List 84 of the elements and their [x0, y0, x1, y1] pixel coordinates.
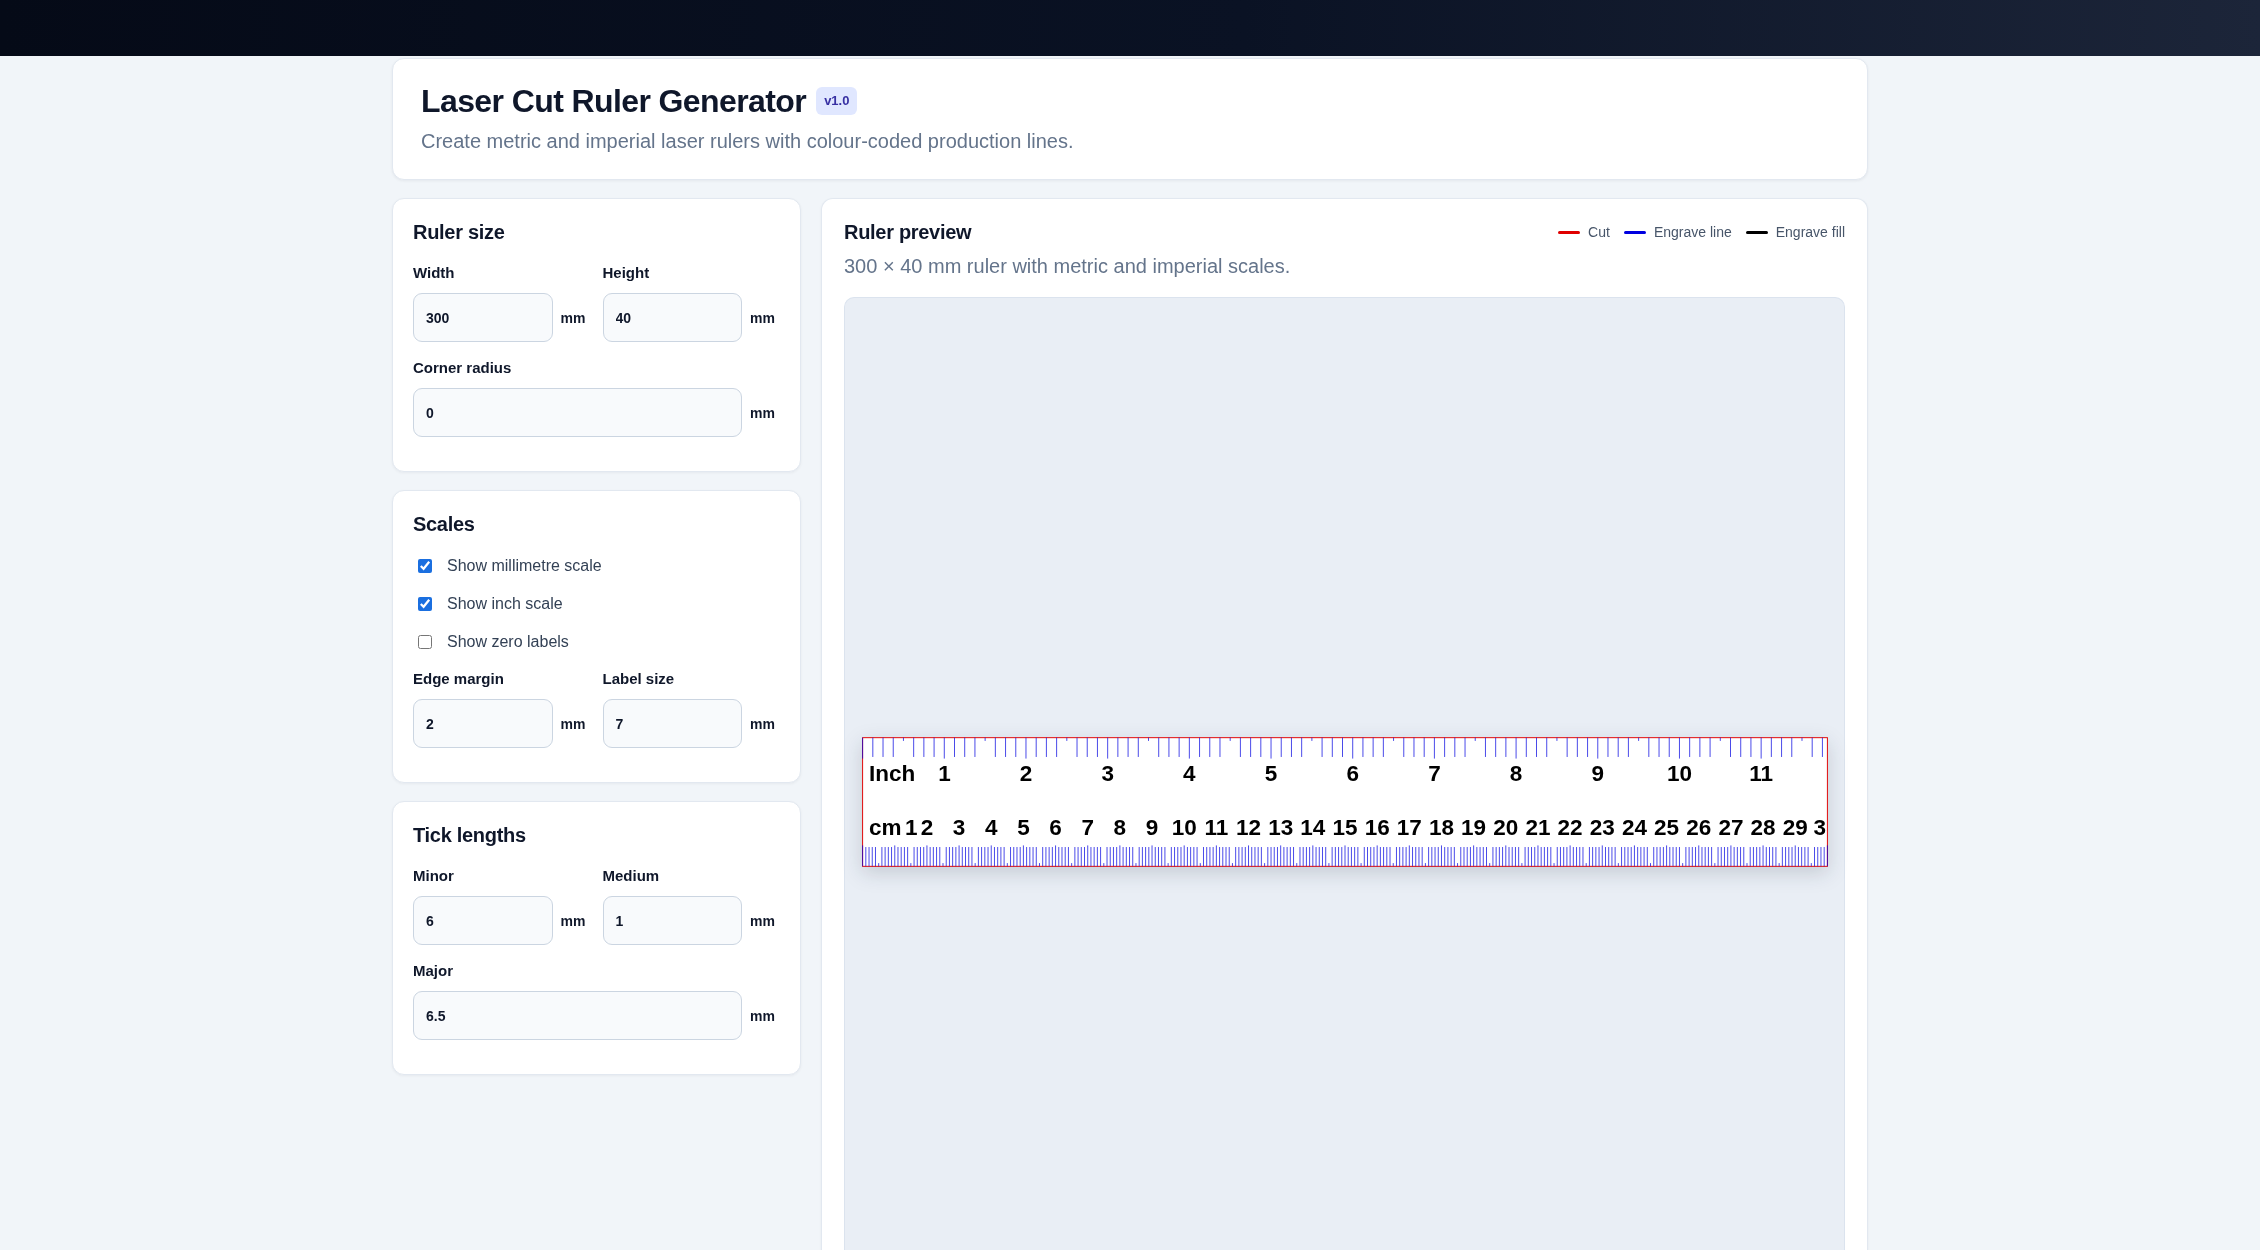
app-subtitle: Create metric and imperial laser rulers with colour-coded production lines.	[421, 129, 1075, 154]
ruler-number: 29	[1782, 814, 1808, 840]
number-field[interactable]: 2	[413, 699, 553, 748]
panel-title: Ruler size	[413, 220, 506, 245]
ruler-number: 1	[937, 760, 951, 786]
legend-label: Cut	[1588, 223, 1610, 241]
field-label: Label size	[602, 669, 676, 689]
ruler-number: 25	[1653, 814, 1679, 840]
ruler-number: 14	[1299, 814, 1325, 840]
field-label: Width	[413, 263, 456, 283]
ruler-number: 13	[1267, 814, 1293, 840]
field-label: Edge margin	[413, 669, 505, 689]
number-field[interactable]: 0	[413, 388, 742, 437]
unit-label: mm	[750, 309, 776, 326]
ruler-number: 19	[1460, 814, 1486, 840]
checkbox-label: Show millimetre scale	[447, 556, 602, 576]
preview-title: Ruler preview	[844, 220, 972, 245]
ruler-number: 11	[1748, 760, 1773, 786]
number-field[interactable]: 40	[602, 293, 742, 342]
ruler-number: 9	[1145, 814, 1158, 840]
ruler-number: 2	[1019, 760, 1032, 786]
unit-label: mm	[750, 404, 776, 421]
ruler-number: 9	[1591, 760, 1604, 786]
ruler-number: 6	[1345, 760, 1359, 786]
ruler-number: 22	[1557, 814, 1583, 840]
app-title: Laser Cut Ruler Generator	[421, 82, 807, 121]
ruler-number: 18	[1428, 814, 1454, 840]
field-label: Minor	[413, 866, 455, 886]
unit-label: mm	[750, 1007, 776, 1024]
unit-label: mm	[560, 715, 587, 732]
scale-label: cm	[868, 814, 902, 840]
number-field[interactable]: 7	[602, 699, 742, 748]
number-field[interactable]: 6.5	[413, 991, 742, 1040]
panel-title: Tick lengths	[413, 823, 527, 848]
ruler-number: 7	[1427, 760, 1441, 786]
ruler-number: 3	[952, 814, 965, 840]
ruler-number: 7	[1080, 814, 1094, 840]
ruler-number: 3	[1813, 814, 1826, 840]
ruler-number: 4	[1182, 760, 1196, 786]
ruler-number: 6	[1048, 814, 1062, 840]
version-badge: v1.0	[816, 87, 858, 115]
ruler-number: 23	[1589, 814, 1615, 840]
ruler-number: 2	[920, 814, 933, 840]
ruler-number: 3	[1100, 760, 1114, 786]
ruler-number: 5	[1016, 814, 1030, 840]
unit-label: mm	[560, 912, 587, 929]
ruler-number: 16	[1364, 814, 1390, 840]
number-field[interactable]: 300	[413, 293, 553, 342]
ruler-number: 11	[1203, 814, 1228, 840]
ruler-number: 24	[1621, 814, 1647, 840]
ruler-number: 10	[1171, 814, 1197, 840]
ruler-number: 8	[1113, 814, 1126, 840]
unit-label: mm	[750, 715, 776, 732]
ruler-number: 28	[1750, 814, 1776, 840]
scale-label: Inch	[868, 760, 915, 786]
field-label: Major	[413, 961, 454, 981]
checkbox-label: Show zero labels	[447, 632, 569, 652]
ruler-number: 5	[1264, 760, 1277, 786]
ruler-number: 17	[1396, 814, 1422, 840]
legend-label: Engrave line	[1653, 223, 1732, 241]
panel-title: Scales	[413, 512, 476, 537]
unit-label: mm	[750, 912, 776, 929]
checkbox[interactable]	[418, 559, 432, 573]
checkbox-label: Show inch scale	[447, 594, 563, 614]
number-field[interactable]: 6	[413, 896, 553, 945]
ruler-number: 1	[904, 814, 917, 840]
unit-label: mm	[560, 309, 587, 326]
field-label: Height	[602, 263, 651, 283]
checkbox[interactable]	[418, 635, 432, 649]
ruler-number: 4	[984, 814, 997, 840]
ruler-number: 10	[1666, 760, 1692, 786]
ruler-number: 26	[1685, 814, 1711, 840]
ruler-number: 20	[1492, 814, 1518, 840]
field-label: Corner radius	[413, 358, 513, 378]
ruler-number: 8	[1509, 760, 1522, 786]
ruler-number: 21	[1524, 814, 1550, 840]
ruler-number: 27	[1717, 814, 1743, 840]
preview-description: 300 × 40 mm ruler with metric and imperial scales.	[844, 254, 1292, 278]
ruler-number: 12	[1235, 814, 1261, 840]
ruler-number: 15	[1332, 814, 1357, 840]
checkbox[interactable]	[418, 597, 432, 611]
field-label: Medium	[602, 866, 661, 886]
number-field[interactable]: 1	[602, 896, 742, 945]
legend-label: Engrave fill	[1775, 223, 1845, 241]
